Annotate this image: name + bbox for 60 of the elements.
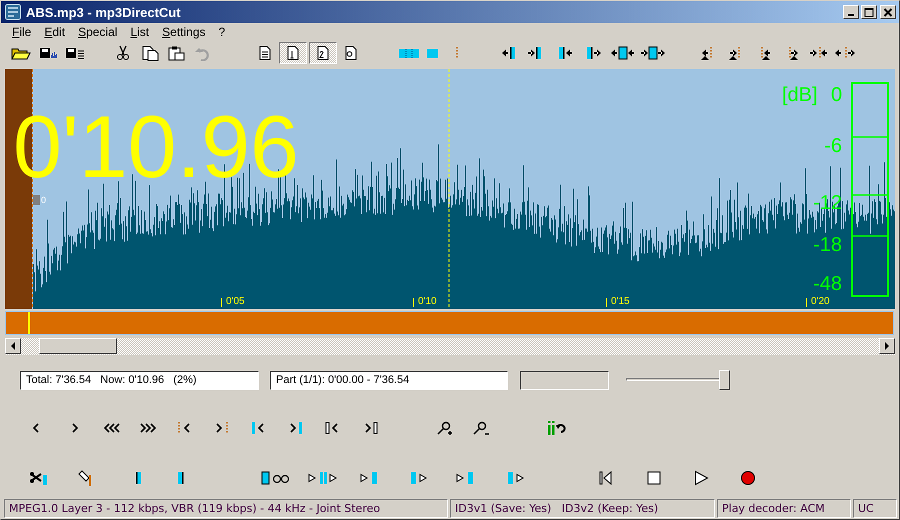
status-text: Play decoder: ACM [717, 499, 851, 518]
close-button[interactable] [880, 5, 896, 19]
right-arrow-icon [884, 342, 890, 350]
minimize-button[interactable] [843, 5, 859, 19]
db-label: -48 [813, 274, 842, 294]
arrow-bar-arrow-icon[interactable] [611, 45, 637, 61]
view-button[interactable] [279, 42, 307, 64]
db-label: -6 [824, 136, 842, 156]
menu-item[interactable]: Edit [39, 25, 70, 39]
status-text: MPEG1.0 Layer 3 - 112 kbps, VBR (119 kbps) - 44 kHz - Joint Stereo [4, 499, 448, 518]
record-icon[interactable] [740, 470, 756, 486]
menu-item[interactable]: Special [73, 25, 122, 39]
close-icon [883, 8, 893, 16]
tick-mark [606, 298, 607, 306]
time-label: 0'15 [611, 297, 630, 307]
menu-item[interactable]: List [125, 25, 154, 39]
menu-item[interactable]: File [7, 25, 36, 39]
db-label: 0 [831, 85, 842, 105]
arrow-bar-arrow-icon[interactable] [641, 45, 667, 61]
status-text: ID3v1 (Save: Yes) ID3v2 (Keep: Yes) [450, 499, 715, 518]
save-icon[interactable] [65, 45, 87, 61]
maximize-button[interactable] [861, 5, 877, 19]
skip-back-icon[interactable] [598, 470, 614, 486]
maximize-icon [864, 8, 874, 16]
pencil-icon[interactable] [77, 470, 93, 486]
chevron-bracket-icon[interactable] [363, 420, 379, 436]
position-marker[interactable] [28, 312, 30, 334]
paste-icon[interactable] [167, 45, 187, 61]
stop-icon[interactable] [646, 470, 662, 486]
tick-mark [221, 298, 222, 306]
play-icon[interactable] [693, 470, 709, 486]
db-label: -18 [813, 235, 842, 255]
minimize-icon [848, 14, 854, 16]
scroll-thumb[interactable] [39, 338, 117, 354]
time-label: 0'20 [811, 297, 830, 307]
total-field: Total: 7'36.54 Now: 0'10.96 (2%) [20, 370, 259, 390]
scroll-right-button[interactable] [879, 338, 895, 354]
time-label: 0'10 [418, 297, 437, 307]
scissors-icon[interactable] [29, 470, 49, 486]
window-title: ABS.mp3 - mp3DirectCut [26, 4, 182, 20]
marker-label: 0 [41, 196, 46, 204]
scroll-left-button[interactable] [5, 338, 21, 354]
menu-item[interactable]: ? [214, 25, 230, 39]
copy-icon[interactable] [141, 45, 161, 61]
tick-mark [806, 298, 807, 306]
app-icon [5, 4, 21, 20]
zoom-in-icon[interactable] [435, 420, 453, 436]
menu-item[interactable]: Settings [157, 25, 210, 39]
marker-icon [33, 195, 40, 205]
tick-mark [413, 298, 414, 306]
zoom-out-icon[interactable] [472, 420, 490, 436]
db-label: [dB] [782, 85, 818, 105]
view-button[interactable] [309, 42, 337, 64]
time-label: 0'05 [226, 297, 245, 307]
volume-slider[interactable] [626, 370, 730, 390]
left-arrow-icon [10, 342, 16, 350]
part-field: Part (1/1): 0'00.00 - 7'36.54 [270, 370, 508, 390]
chevron-bar-icon[interactable] [288, 420, 304, 436]
slider-thumb[interactable] [719, 370, 730, 390]
status-text: UC [853, 499, 897, 518]
